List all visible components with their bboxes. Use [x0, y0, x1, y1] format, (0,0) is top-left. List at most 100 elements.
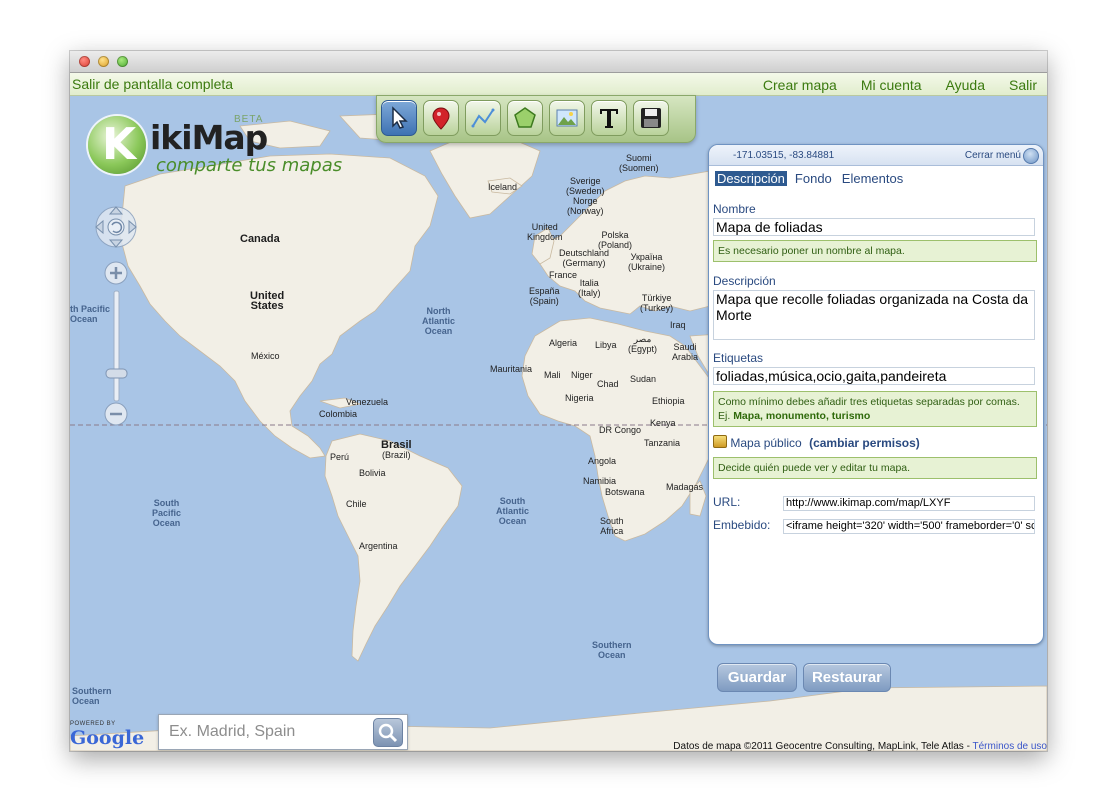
- select-tool-button[interactable]: [381, 100, 417, 136]
- map-label: Perú: [330, 452, 350, 462]
- map-label: Suomi (Suomen): [619, 153, 659, 173]
- logo-tagline: comparte tus mapas: [156, 155, 343, 176]
- beta-badge: BETA: [234, 114, 264, 125]
- map-label: Botswana: [605, 487, 645, 497]
- top-bar: Salir de pantalla completa Crear mapa Mi…: [70, 73, 1047, 96]
- map-label: México: [251, 351, 280, 361]
- line-tool-button[interactable]: [465, 100, 501, 136]
- description-field[interactable]: Mapa que recolle foliadas organizada na …: [713, 290, 1035, 340]
- map-label: Türkiye (Turkey): [640, 293, 674, 313]
- map-label: Iraq: [670, 320, 686, 330]
- search-input[interactable]: Ex. Madrid, Spain: [169, 723, 295, 741]
- nav-create-map[interactable]: Crear mapa: [763, 77, 837, 93]
- window-titlebar: [70, 51, 1047, 73]
- drawing-toolbar: [376, 95, 696, 143]
- name-hint: Es necesario poner un nombre al mapa.: [713, 240, 1037, 262]
- nav-my-account[interactable]: Mi cuenta: [861, 77, 922, 93]
- url-field[interactable]: http://www.ikimap.com/map/LXYF: [783, 496, 1035, 511]
- zoom-slider-handle[interactable]: [105, 368, 128, 379]
- map-label: Saudi Arabia: [672, 342, 699, 362]
- map-label: Iceland: [488, 182, 518, 192]
- tags-field[interactable]: foliadas,música,ocio,gaita,pandeireta: [713, 367, 1035, 385]
- map-label: South Atlantic Ocean: [496, 496, 530, 526]
- map-label: Italia (Italy): [578, 278, 601, 298]
- text-tool-icon: [600, 109, 618, 128]
- close-window-button[interactable]: [79, 56, 90, 67]
- terms-link[interactable]: Términos de uso: [973, 741, 1047, 751]
- select-tool-icon: [392, 106, 408, 129]
- ikimap-logo[interactable]: K ikiMap BETA comparte tus mapas: [82, 108, 342, 178]
- name-label: Nombre: [713, 202, 756, 216]
- exit-fullscreen-link[interactable]: Salir de pantalla completa: [72, 76, 233, 92]
- map-label: Polska (Poland): [598, 230, 633, 250]
- embed-label: Embebido:: [713, 518, 771, 532]
- name-field[interactable]: Mapa de foliadas: [713, 218, 1035, 236]
- tab-description[interactable]: Descripción: [715, 171, 787, 186]
- public-hint: Decide quién puede ver y editar tu mapa.: [713, 457, 1037, 479]
- change-permissions-link[interactable]: (cambiar permisos): [809, 436, 920, 450]
- restore-button[interactable]: Restaurar: [803, 663, 891, 692]
- line-tool-icon: [471, 108, 495, 128]
- map-label: Sudan: [630, 374, 657, 384]
- image-tool-button[interactable]: [549, 100, 585, 136]
- google-logo[interactable]: POWERED BY Google: [70, 721, 144, 751]
- save-tool-icon: [641, 108, 661, 128]
- cursor-coordinates: -171.03515, -83.84881: [733, 150, 835, 161]
- map-label: Sverige (Sweden): [566, 176, 605, 196]
- polygon-tool-button[interactable]: [507, 100, 543, 136]
- text-tool-button[interactable]: [591, 100, 627, 136]
- url-label: URL:: [713, 495, 741, 509]
- map-label: Nigeria: [565, 393, 594, 403]
- map-label: United States: [250, 290, 285, 312]
- nav-help[interactable]: Ayuda: [946, 77, 985, 93]
- map-label: Ethiopia: [652, 396, 685, 406]
- map-label: Angola: [588, 456, 617, 466]
- map-canvas[interactable]: Suomi (Suomen) Iceland Sverige (Sweden) No…: [70, 95, 1047, 751]
- image-tool-icon: [556, 109, 578, 127]
- map-label: Kenya: [650, 418, 676, 428]
- tags-hint: Como mínimo debes añadir tres etiquetas …: [713, 391, 1037, 427]
- map-label: Bolivia: [359, 468, 386, 478]
- close-menu-link[interactable]: Cerrar menú: [965, 150, 1021, 161]
- zoom-window-button[interactable]: [117, 56, 128, 67]
- description-label: Descripción: [713, 274, 776, 288]
- marker-tool-button[interactable]: [423, 100, 459, 136]
- public-map-label: Mapa público: [730, 436, 802, 450]
- zoom-slider-track[interactable]: [113, 290, 120, 402]
- map-label: Mauritania: [490, 364, 533, 374]
- map-label: Madagas: [666, 482, 704, 492]
- save-tool-button[interactable]: [633, 100, 669, 136]
- google-wordmark: Google: [70, 727, 145, 749]
- panel-tabs: Descripción Fondo Elementos: [715, 171, 911, 186]
- map-label: South Africa: [600, 516, 624, 536]
- map-label: France: [549, 270, 578, 280]
- map-label: Namibia: [583, 476, 617, 486]
- map-label: DR Congo: [599, 425, 642, 435]
- public-map-row: Mapa público (cambiar permisos): [713, 435, 920, 450]
- nav-logout[interactable]: Salir: [1009, 77, 1037, 93]
- embed-field[interactable]: <iframe height='320' width='500' framebo…: [783, 519, 1035, 534]
- save-button[interactable]: Guardar: [717, 663, 797, 692]
- app-window: Salir de pantalla completa Crear mapa Mi…: [70, 51, 1047, 751]
- map-label: Deutschland (Germany): [559, 248, 610, 268]
- map-label: Venezuela: [346, 397, 389, 407]
- search-icon: [378, 723, 398, 743]
- map-navigation-control: [86, 196, 146, 436]
- map-attribution: Datos de mapa ©2011 Geocentre Consulting…: [673, 741, 1047, 751]
- map-label: Libya: [595, 340, 617, 350]
- search-button[interactable]: [373, 718, 403, 747]
- tab-background[interactable]: Fondo: [793, 171, 834, 186]
- map-label: España (Spain): [529, 286, 560, 306]
- tab-elements[interactable]: Elementos: [840, 171, 905, 186]
- marker-tool-icon: [432, 107, 450, 130]
- chevron-up-icon[interactable]: [1023, 148, 1039, 164]
- location-search: Ex. Madrid, Spain: [158, 714, 408, 750]
- map-label: North Atlantic Ocean: [422, 306, 456, 336]
- map-label: Brasil (Brazil): [381, 439, 412, 461]
- lock-icon: [713, 435, 727, 448]
- map-label: مصر (Egypt): [628, 334, 658, 354]
- map-label: Mali: [544, 370, 561, 380]
- map-label: Argentina: [359, 541, 398, 551]
- minimize-window-button[interactable]: [98, 56, 109, 67]
- map-label: Chile: [346, 499, 367, 509]
